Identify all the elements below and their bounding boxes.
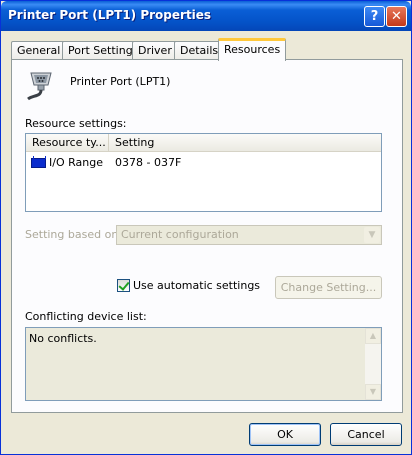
- resources-panel: Printer Port (LPT1) Resource settings: R…: [11, 59, 403, 413]
- setting-based-on-label: Setting based on:: [25, 228, 122, 241]
- resource-list[interactable]: Resource ty... Setting I/O Range 0378 - …: [25, 133, 382, 212]
- chevron-down-icon[interactable]: ▼: [364, 227, 380, 243]
- scroll-down-icon[interactable]: ▼: [365, 384, 381, 400]
- properties-dialog: Printer Port (LPT1) Properties ? ✕ Gener…: [0, 0, 412, 455]
- conflicting-device-list-label: Conflicting device list:: [25, 310, 147, 323]
- setting-based-on-select[interactable]: Current configuration ▼: [116, 225, 382, 245]
- tab-driver[interactable]: Driver: [132, 41, 178, 61]
- scroll-up-icon[interactable]: ▲: [365, 328, 381, 344]
- change-setting-button[interactable]: Change Setting...: [275, 276, 382, 299]
- ok-button[interactable]: OK: [249, 423, 321, 446]
- help-button[interactable]: ?: [364, 6, 385, 27]
- use-automatic-settings-label[interactable]: Use automatic settings: [133, 279, 260, 292]
- column-resource-type[interactable]: Resource ty...: [26, 134, 109, 152]
- tab-strip: General Port Settings Driver Details Res…: [11, 38, 403, 61]
- setting-based-on-value: Current configuration: [121, 228, 239, 241]
- resource-settings-label: Resource settings:: [25, 117, 127, 130]
- use-automatic-settings-checkbox[interactable]: [117, 279, 130, 292]
- table-row[interactable]: I/O Range 0378 - 037F: [26, 155, 381, 171]
- resource-list-header: Resource ty... Setting: [26, 134, 381, 152]
- close-button[interactable]: ✕: [386, 6, 407, 27]
- device-name: Printer Port (LPT1): [70, 75, 171, 88]
- window-title: Printer Port (LPT1) Properties: [8, 8, 212, 22]
- conflicts-text: No conflicts.: [29, 332, 97, 345]
- conflicting-device-list[interactable]: No conflicts. ▲ ▼: [25, 327, 382, 401]
- conflicts-scrollbar[interactable]: ▲ ▼: [365, 328, 381, 400]
- io-range-icon: [31, 156, 46, 168]
- resource-type-cell: I/O Range: [49, 156, 103, 169]
- column-setting[interactable]: Setting: [109, 134, 381, 152]
- tab-details[interactable]: Details: [174, 41, 225, 61]
- tab-general[interactable]: General: [11, 41, 67, 61]
- resource-setting-cell: 0378 - 037F: [115, 156, 182, 169]
- port-connector-icon: [27, 72, 52, 101]
- tab-resources[interactable]: Resources: [218, 38, 287, 61]
- cancel-button[interactable]: Cancel: [330, 423, 402, 446]
- title-bar[interactable]: Printer Port (LPT1) Properties ? ✕: [1, 1, 411, 31]
